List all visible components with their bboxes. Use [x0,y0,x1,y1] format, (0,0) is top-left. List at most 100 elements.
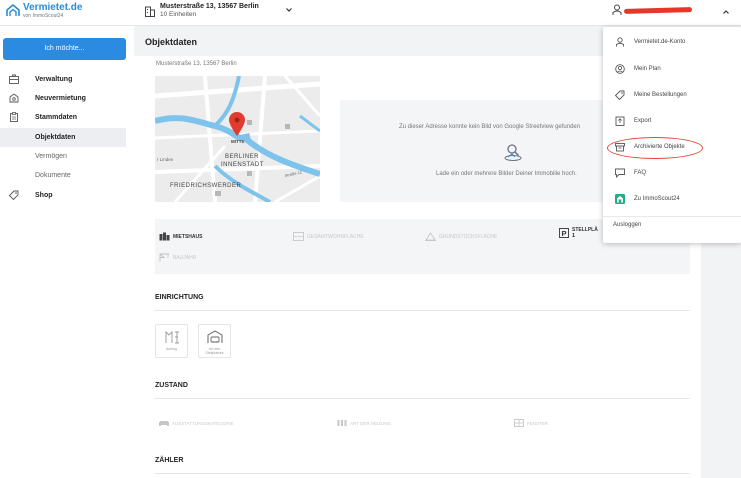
building-icon [145,6,155,17]
divider [603,216,741,217]
fact-label: MIETSHAUS [173,233,203,240]
section-title-zaehler: ZÄHLER [155,457,184,464]
immoscout-icon [615,194,625,204]
tile-aufzug[interactable]: Aufzug [155,324,188,358]
radiator-icon [337,420,347,426]
chevron-up-icon[interactable] [722,8,730,16]
upload-hint-text: Lade ein oder mehrere Bilder Deiner Immo… [436,171,577,177]
brand-sub: von ImmoScout24 [23,13,64,19]
sidebar-item-dokumente[interactable]: Dokumente [0,166,134,185]
sidebar-item-label: Objektdaten [35,134,76,141]
plot-area-icon [425,232,436,241]
window-icon [514,419,524,427]
tag-icon [9,190,19,200]
fact-stellplaetze[interactable]: P STELLPLÄ 1 [559,227,598,239]
redacted-username [623,6,693,14]
elevator-icon [165,330,179,344]
floor-area-icon [293,232,304,241]
export-icon [615,116,625,126]
menu-item-label: Export [634,118,652,124]
sofa-icon [159,421,169,426]
logout-button[interactable]: Ausloggen [613,222,641,228]
tile-art-des-stellplatzes[interactable]: Art des Stellplatzes [198,324,231,358]
fact-label: GESAMTWOHNFLÄCHE [307,233,364,240]
menu-item-faq[interactable]: FAQ [603,163,741,183]
fact-mietshaus[interactable]: MIETSHAUS [159,232,202,241]
map-canvas: MITTE BERLINER INNENSTADT FRIEDRICHSWERD… [155,76,320,202]
fact-value: 1 [572,233,576,239]
tag-icon [615,90,625,100]
section-title-einrichtung: EINRICHTUNG [155,294,204,301]
page-title: Objektdaten [145,37,198,47]
sidebar-item-stammdaten[interactable]: Stammdaten [0,108,134,127]
map-label-berliner: BERLINER [225,154,259,160]
menu-item-mein-plan[interactable]: Mein Plan [603,59,741,79]
user-dropdown-menu: Vermietet.de-Konto Mein Plan Meine Beste… [603,27,741,243]
menu-item-immoscout24[interactable]: Zu ImmoScout24 [603,189,741,209]
sidebar-item-verwaltung[interactable]: Verwaltung [0,70,134,89]
user-menu-toggle[interactable] [612,4,693,16]
fact-label: BAUJAHR [173,254,197,261]
sidebar-item-objektdaten[interactable]: Objektdaten [0,128,126,147]
zustand-fenster[interactable]: FENSTER [514,419,548,427]
svg-text:P: P [562,229,567,238]
map-label-innenstadt: INNENSTADT [221,162,264,168]
map-label-friedrichswerder: FRIEDRICHSWERDER [170,183,242,189]
menu-item-label: Vermietet.de-Konto [634,39,686,45]
streetview-missing-text: Zu dieser Adresse konnte kein Bild von G… [399,124,581,130]
sidebar-item-label: Vermögen [35,153,67,160]
property-address: Musterstraße 13, 13567 Berlin [160,3,259,10]
fact-label: GRUNDSTÜCKSFLÄCHE [439,233,498,240]
fact-label: STELLPLÄ [572,227,598,233]
logo-house-icon [6,4,20,16]
location-map[interactable]: MITTE BERLINER INNENSTADT FRIEDRICHSWERD… [155,76,320,202]
property-selector[interactable]: Musterstraße 13, 13567 Berlin 10 Einheit… [145,3,259,18]
menu-item-bestellungen[interactable]: Meine Bestellungen [603,85,741,105]
menu-item-label: Zu ImmoScout24 [634,196,680,202]
sidebar-item-label: Neuvermietung [35,95,86,102]
zustand-label: FENSTER [527,420,549,426]
chevron-down-icon[interactable] [285,6,293,14]
sidebar-item-label: Shop [35,192,53,199]
plan-icon [615,64,625,74]
tile-label: Aufzug [166,347,177,351]
object-address: Musterstraße 13, 13567 Berlin [156,61,237,67]
image-upload-area[interactable]: Zu dieser Adresse konnte kein Bild von G… [340,100,620,202]
ich-moechte-button[interactable]: Ich möchte... [3,38,126,60]
menu-item-label: Mein Plan [634,66,661,72]
zustand-label: AUSSTATTUNGSKATEGORIE [172,420,234,426]
property-units: 10 Einheiten [160,11,197,18]
menu-item-konto[interactable]: Vermietet.de-Konto [603,32,741,52]
zustand-art-der-heizung[interactable]: ART DER HEIZUNG [337,419,391,427]
sidebar-item-shop[interactable]: Shop [0,186,134,205]
map-label-mitte: MITTE [231,139,245,144]
brand-name: Vermietet.de [23,2,83,13]
map-label-linden: r Linden [157,157,174,162]
sidebar-item-label: Stammdaten [35,114,78,121]
zustand-label: ART DER HEIZUNG [350,420,392,426]
menu-item-label: FAQ [634,170,647,176]
building-icon [159,232,170,241]
key-icon [9,93,19,103]
briefcase-icon [9,74,19,84]
menu-item-export[interactable]: Export [603,111,741,131]
tile-label-line2: Stellplatzes [205,351,224,356]
top-bar: Vermietet.de von ImmoScout24 Musterstraß… [0,0,741,26]
fact-baujahr[interactable]: BAUJAHR [159,253,196,262]
garage-icon [207,330,222,343]
menu-item-label: Meine Bestellungen [634,92,687,98]
user-icon [612,4,622,15]
sidebar-item-neuvermietung[interactable]: Neuvermietung [0,89,134,108]
brand-logo[interactable]: Vermietet.de von ImmoScout24 [6,3,82,19]
fact-gesamtwohnflaeche[interactable]: GESAMTWOHNFLÄCHE [293,232,364,241]
zustand-ausstattungskategorie[interactable]: AUSSTATTUNGSKATEGORIE [159,419,234,427]
sidebar-item-label: Dokumente [35,172,71,179]
sidebar-item-vermoegen[interactable]: Vermögen [0,147,134,166]
divider [155,473,690,474]
fact-grundstuecksflaeche[interactable]: GRUNDSTÜCKSFLÄCHE [425,232,497,241]
highlight-annotation [607,137,703,159]
clipboard-icon [10,112,18,122]
sidebar: Ich möchte... Verwaltung Neuvermietung S… [0,26,134,478]
user-icon [616,37,624,47]
crane-icon [159,253,169,262]
